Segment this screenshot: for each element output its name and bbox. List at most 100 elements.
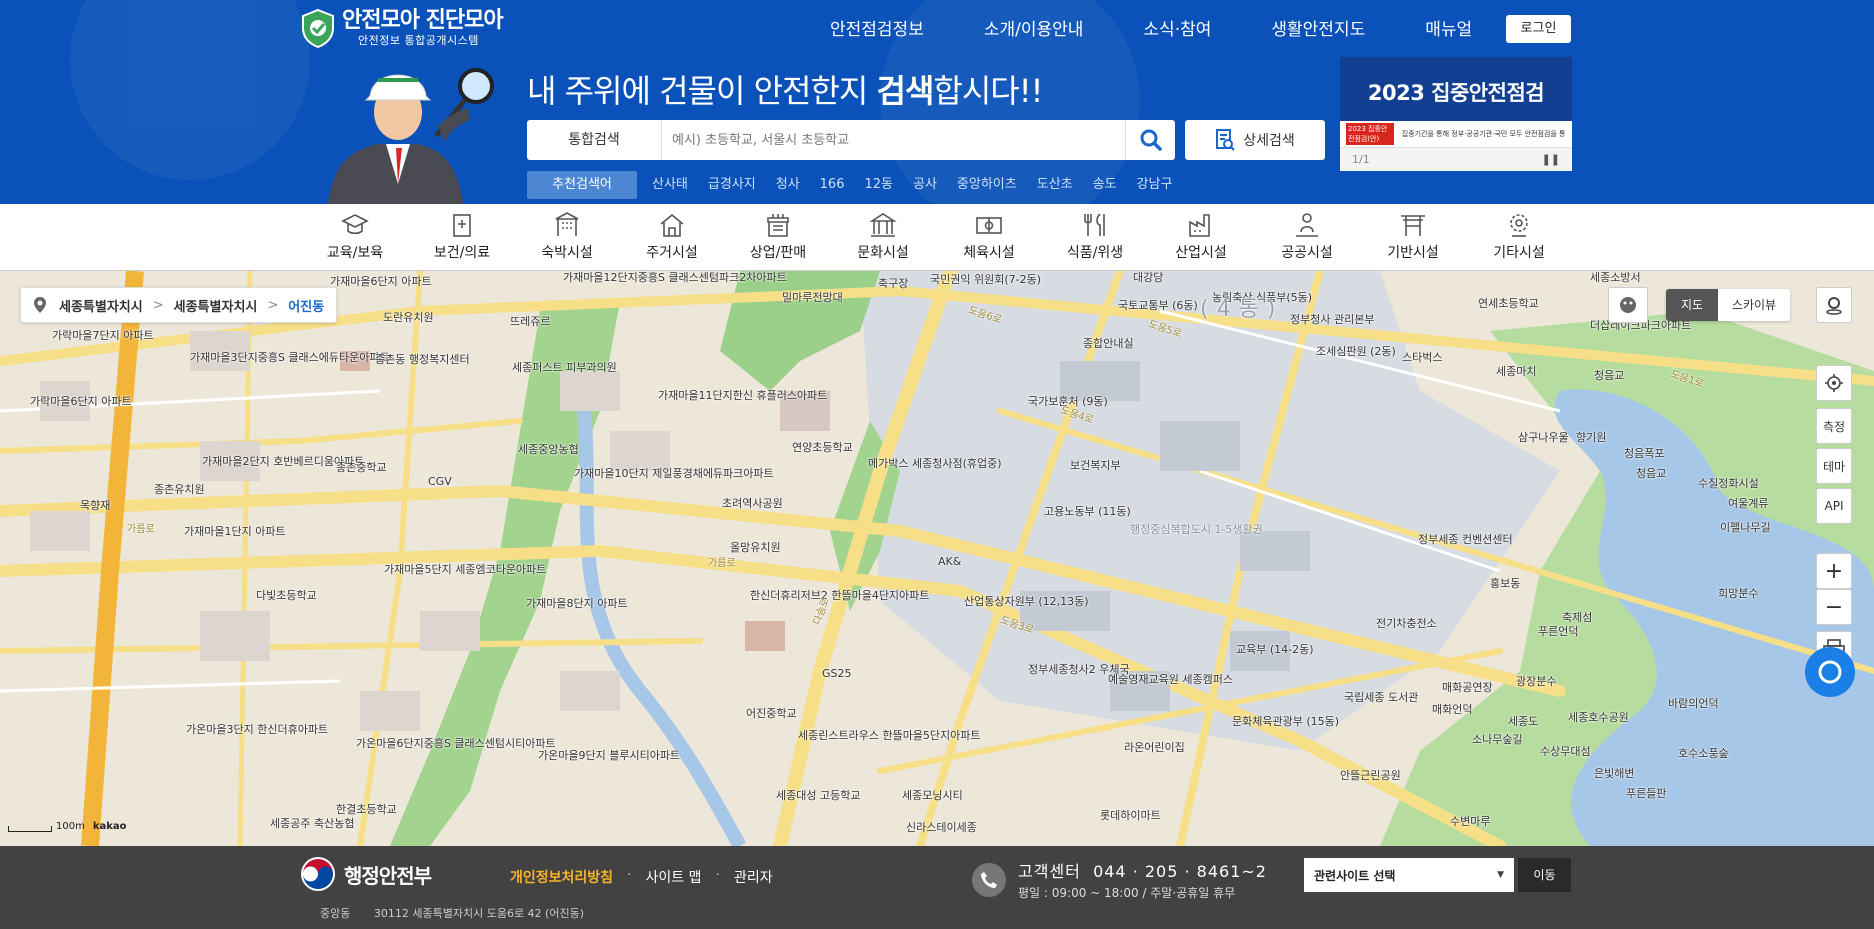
map-label: 가재마을12단지중흥S 클래스센텀파크2차아파트	[563, 271, 787, 284]
pause-icon[interactable]: ❚❚	[1542, 153, 1560, 166]
nav-safety-info[interactable]: 안전점검정보	[830, 16, 924, 44]
logo[interactable]: 안전모아 진단모아 안전정보 통합공개시스템	[300, 8, 504, 49]
map-label: 산업통상자원부 (12,13동)	[964, 595, 1089, 608]
nav-safety-map[interactable]: 생활안전지도	[1271, 16, 1365, 44]
address-label: 중앙동	[320, 907, 351, 920]
my-location-button[interactable]	[1816, 365, 1852, 401]
zoom-out-button[interactable]: −	[1816, 589, 1852, 625]
sitemap-link[interactable]: 사이트 맵	[646, 867, 702, 887]
map-label: 가재마을5단지 세종엠코타운아파트	[384, 563, 547, 576]
roadview-button[interactable]	[1816, 287, 1852, 323]
admin-link[interactable]: 관리자	[734, 867, 773, 887]
search-button[interactable]	[1125, 120, 1175, 160]
detail-search-button[interactable]: 상세검색	[1185, 120, 1325, 160]
login-button[interactable]: 로그인	[1506, 15, 1571, 43]
map-type-skyview-button[interactable]: 스카이뷰	[1718, 289, 1790, 321]
crosshair-icon	[1825, 374, 1843, 392]
roadview-icon	[1826, 297, 1842, 315]
category-industry[interactable]: 산업시설	[1156, 210, 1246, 262]
map-label: 목향재	[80, 499, 111, 512]
map-label: CGV	[428, 475, 452, 488]
category-etc[interactable]: 기타시설	[1474, 210, 1564, 262]
map-label: 세종중앙농협	[518, 443, 579, 456]
face-icon	[1620, 297, 1636, 313]
map-label: 보건복지부	[1070, 459, 1121, 472]
map-label: 종촌유치원	[154, 483, 205, 496]
map-label: 전기차충전소	[1376, 617, 1437, 630]
keyword-link[interactable]: 산사태	[652, 171, 688, 199]
keyword-link[interactable]: 166	[820, 171, 845, 199]
breadcrumb-city[interactable]: 세종특별자치시	[174, 296, 258, 315]
category-education[interactable]: 교육/보육	[310, 210, 400, 262]
keyword-link[interactable]: 중앙하이츠	[957, 171, 1017, 199]
category-commerce[interactable]: 상업/판매	[733, 210, 823, 262]
measure-button[interactable]: 측정	[1816, 408, 1852, 444]
category-lodging[interactable]: 숙박시설	[522, 210, 612, 262]
road-label: 가름로	[127, 524, 155, 535]
zoom-in-button[interactable]: +	[1816, 553, 1852, 589]
map-label: 뜨레쥬르	[510, 315, 551, 328]
promo-banner[interactable]: 2023 집중안전점검 2023 집중안전점검(안) 집중기간을 통해 정부·공…	[1340, 57, 1572, 171]
category-label: 상업/판매	[749, 245, 807, 261]
graduation-cap-icon	[341, 214, 369, 235]
recommended-keywords: 산사태 급경사지 청사 166 12동 공사 중앙하이츠 도산초 송도 강남구	[652, 171, 1192, 199]
category-culture[interactable]: 문화시설	[838, 210, 928, 262]
chevron-down-icon: ▼	[1497, 870, 1504, 880]
address: 중앙동 30112 세종특별자치시 도움6로 42 (어진동)	[320, 905, 584, 921]
keyword-link[interactable]: 송도	[1093, 171, 1117, 199]
inspector-mascot-illustration	[318, 56, 518, 204]
map-label: 청음교	[1636, 467, 1667, 480]
category-housing[interactable]: 주거시설	[627, 210, 717, 262]
location-breadcrumb: 세종특별자치시 > 세종특별자치시 > 어진동	[20, 287, 338, 323]
search-input[interactable]	[662, 121, 1125, 159]
nav-news[interactable]: 소식·참여	[1143, 16, 1211, 44]
category-infrastructure[interactable]: 기반시설	[1368, 210, 1458, 262]
ministry-name: 행정안전부	[344, 863, 432, 888]
keyword-link[interactable]: 도산초	[1037, 171, 1073, 199]
document-search-icon	[1216, 129, 1235, 151]
map-label: 여울계류	[1728, 497, 1769, 510]
detail-search-label: 상세검색	[1243, 133, 1295, 149]
nav-about[interactable]: 소개/이용안내	[984, 16, 1084, 44]
chat-button[interactable]	[1805, 647, 1855, 697]
map-label: 대강당	[1133, 271, 1164, 284]
search-type-select[interactable]: 통합검색	[527, 120, 662, 160]
category-public[interactable]: 공공시설	[1262, 210, 1352, 262]
realtime-button[interactable]	[1608, 287, 1648, 323]
related-site-select[interactable]: 관련사이트 선택 ▼	[1304, 858, 1514, 892]
theme-button[interactable]: 테마	[1816, 448, 1852, 484]
map-view[interactable]: 가재마을6단지 아파트 가재마을12단지중흥S 클래스센텀파크2차아파트 밀마루…	[0, 271, 1874, 846]
privacy-policy-link[interactable]: 개인정보처리방침	[510, 867, 613, 887]
keyword-link[interactable]: 공사	[913, 171, 937, 199]
medical-chart-icon	[453, 214, 471, 237]
breadcrumb-province[interactable]: 세종특별자치시	[59, 296, 143, 315]
map-label: 푸른언덕	[1538, 625, 1579, 638]
map-label: 가재마을3단지중흥S 클래스에듀타운아파트	[190, 351, 390, 364]
api-button[interactable]: API	[1816, 488, 1852, 524]
map-label: 호수소풍숲	[1678, 747, 1729, 760]
keyword-link[interactable]: 강남구	[1137, 171, 1173, 199]
ministry-logo[interactable]: 행정안전부	[300, 856, 432, 892]
map-label: 정부세종 컨벤션센터	[1418, 533, 1513, 546]
map-label: 축제섬	[1562, 611, 1593, 624]
map-label: 푸른들판	[1626, 787, 1667, 800]
logo-title: 안전모아 진단모아	[342, 8, 504, 33]
map-type-map-button[interactable]: 지도	[1666, 289, 1718, 321]
headline-bold: 검색	[876, 72, 935, 110]
category-sports[interactable]: 체육시설	[944, 210, 1034, 262]
map-label: 삼구나우울	[1518, 431, 1569, 444]
person-pin-icon	[1296, 213, 1318, 237]
nav-manual[interactable]: 매뉴얼	[1425, 16, 1472, 44]
keyword-link[interactable]: 청사	[776, 171, 800, 199]
breadcrumb-dong[interactable]: 어진동	[288, 296, 324, 315]
map-label: 교육부 (14-2동)	[1236, 643, 1314, 656]
go-button[interactable]: 이동	[1518, 858, 1571, 892]
category-label: 기타시설	[1493, 245, 1545, 261]
category-food[interactable]: 식품/위생	[1050, 210, 1140, 262]
headline: 내 주위에 건물이 안전한지 검색합시다!!	[527, 66, 1043, 112]
keyword-link[interactable]: 12동	[864, 171, 893, 199]
map-label: 한결초등학교	[336, 803, 397, 816]
keyword-link[interactable]: 급경사지	[708, 171, 756, 199]
category-label: 숙박시설	[541, 245, 593, 261]
category-health[interactable]: 보건/의료	[417, 210, 507, 262]
